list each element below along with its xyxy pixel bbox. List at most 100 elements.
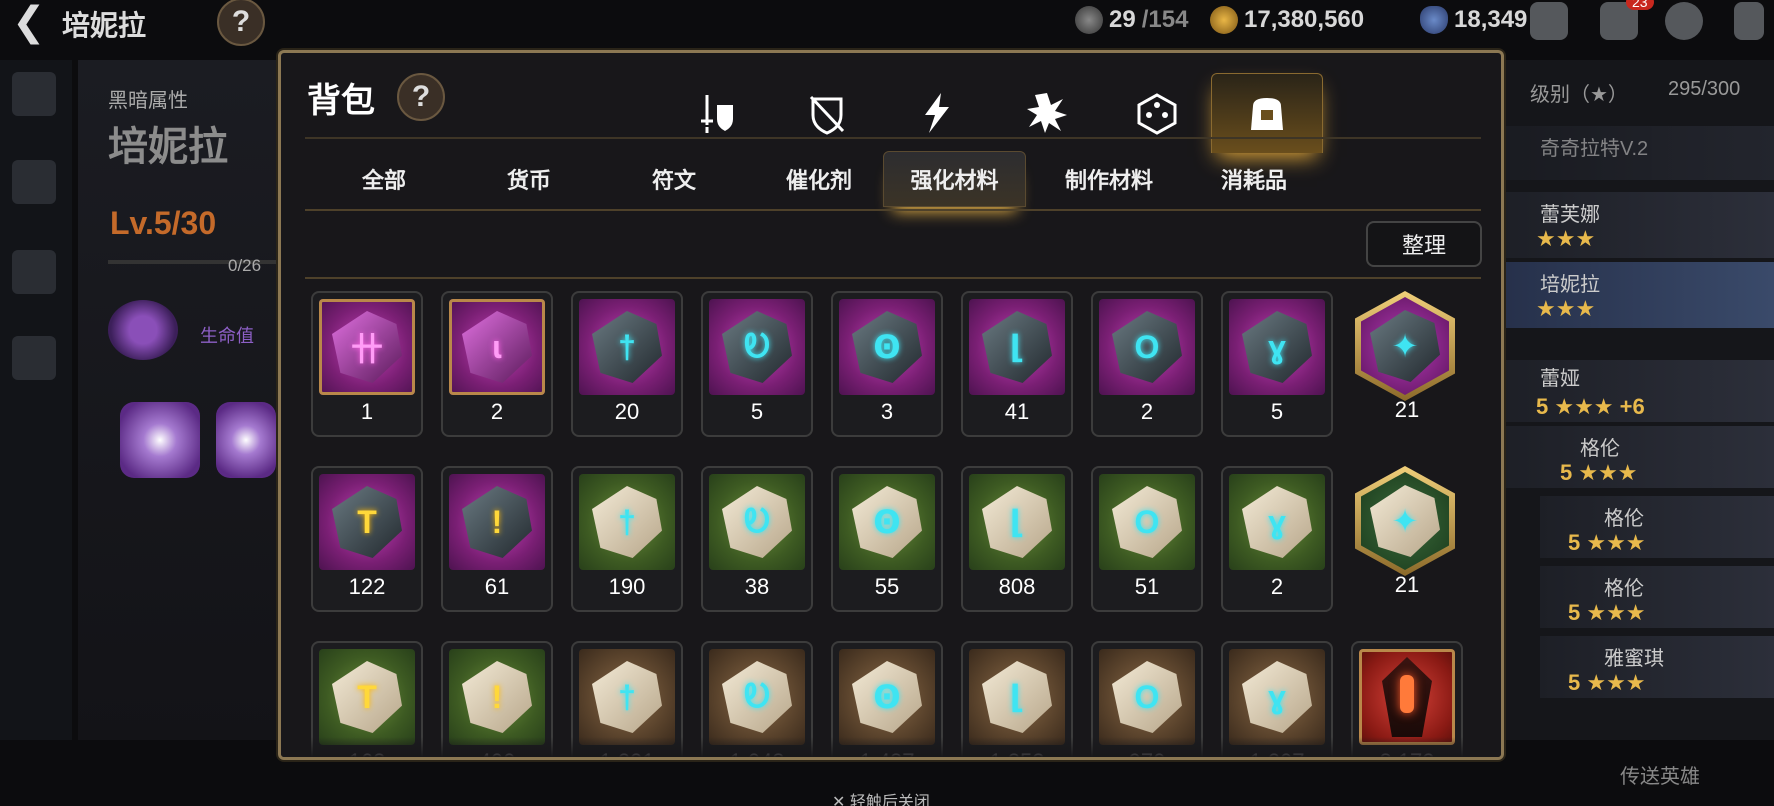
armor-rune-icon: Ꙩ <box>839 299 935 395</box>
divider <box>305 137 1481 139</box>
stamina-display: 29/154 <box>1075 6 1188 34</box>
inventory-item[interactable]: O 51 <box>1091 466 1203 612</box>
equipment-icon[interactable] <box>12 160 56 204</box>
crystal-display: 18,349 <box>1420 6 1527 34</box>
subtab-catalysts[interactable]: 催化剂 <box>738 151 900 207</box>
hammer-rune-icon: 卄 <box>319 299 415 395</box>
inventory-item[interactable]: ɩ2 <box>441 291 553 437</box>
burst-icon <box>1027 93 1067 133</box>
subtab-currency[interactable]: 货币 <box>448 151 610 207</box>
hero-row[interactable]: 格伦 5 ★★★ <box>1540 566 1774 628</box>
hero-row[interactable]: 蕾娅 5 ★★★ +6 <box>1500 360 1774 422</box>
subcategory-tabs: 全部 货币 符文 催化剂 强化材料 制作材料 消耗品 <box>303 151 1483 211</box>
pale-hammer-rune-icon: T <box>319 649 415 745</box>
inventory-item[interactable]: !400 <box>441 641 553 757</box>
transfer-hero-button[interactable]: 传送英雄 <box>1620 760 1700 789</box>
epic-star-rune-icon: ✦ <box>1355 291 1455 401</box>
necklace-rune-icon: ɣ <box>1229 299 1325 395</box>
hero-emblem-icon[interactable] <box>12 72 56 116</box>
item-quantity: 20 <box>614 399 640 424</box>
game-screen: ❮ 培妮拉 ? 29/154 17,380,560 18,349 23 黑暗属性… <box>0 0 1774 806</box>
chat-icon[interactable] <box>1665 2 1703 40</box>
help-button-top[interactable]: ? <box>217 0 265 46</box>
hero-row[interactable]: 蕾芙娜 ★★★ <box>1500 192 1774 258</box>
sort-button[interactable]: 整理 <box>1366 221 1482 267</box>
hero-attribute: 黑暗属性 <box>108 90 188 112</box>
item-frame: ⌊ <box>969 474 1065 570</box>
subtab-enhance-materials[interactable]: 强化材料 <box>883 151 1026 207</box>
tab-equipment[interactable] <box>661 73 773 153</box>
tap-to-close-hint[interactable]: ✕ 轻触后关闭 <box>832 788 930 806</box>
hero-row[interactable]: 格伦 5 ★★★ <box>1500 426 1774 488</box>
inventory-item[interactable]: T 122 <box>311 466 423 612</box>
sword-rune-icon: † <box>579 299 675 395</box>
item-quantity: 3 <box>880 399 894 424</box>
item-grid: 卄 1 ɩ 2 † 20 Ꭷ 5 Ꙩ 3 ⌊ 41 O 2 ɣ 5 ✦ 21 T 122! 61 † 190 Ꭷ 38 Ꙩ 55 ⌊ 8… <box>311 291 1491 757</box>
inventory-item[interactable]: Ꭷ5 <box>701 291 813 437</box>
profile-icon[interactable] <box>12 250 56 294</box>
subtab-runes[interactable]: 符文 <box>593 151 755 207</box>
hero-sort-label[interactable]: 级别（★） <box>1530 78 1628 107</box>
inventory-item[interactable]: ɣ2 <box>1221 466 1333 612</box>
item-quantity: 61 <box>484 574 510 599</box>
red-crystal-icon <box>1359 649 1455 745</box>
subtab-consumables[interactable]: 消耗品 <box>1173 151 1335 207</box>
inventory-item[interactable]: ɣ1,207 <box>1221 641 1333 757</box>
inventory-item[interactable]: ⌊1,353 <box>961 641 1073 757</box>
subtab-crafting-materials[interactable]: 制作材料 <box>1028 151 1190 207</box>
tab-catalysts[interactable] <box>881 73 993 153</box>
item-quantity: 1 <box>360 399 374 424</box>
inventory-item[interactable]: 卄1 <box>311 291 423 437</box>
inventory-item[interactable]: † 190 <box>571 466 683 612</box>
item-frame: ⌊ <box>969 649 1065 745</box>
item-frame: ɣ <box>1229 649 1325 745</box>
inventory-help-button[interactable]: ? <box>397 73 445 121</box>
inventory-item[interactable]: O970 <box>1091 641 1203 757</box>
inventory-item[interactable]: † 20 <box>571 291 683 437</box>
pale-ring-rune-icon: O <box>1099 474 1195 570</box>
hero-row-name: 格伦 <box>1604 578 1644 600</box>
hero-row-name: 蕾娅 <box>1540 368 1580 390</box>
hero-row[interactable]: 奇奇拉特V.2 <box>1500 126 1774 180</box>
inventory-item[interactable]: Ꭷ 38 <box>701 466 813 612</box>
menu-icon[interactable] <box>1734 2 1764 40</box>
inventory-item[interactable]: Ꙩ1,487 <box>831 641 943 757</box>
item-frame: ! <box>449 649 545 745</box>
inventory-item[interactable]: T163 <box>311 641 423 757</box>
item-frame <box>1359 649 1455 745</box>
hero-row-selected[interactable]: 培妮拉 ★★★ <box>1500 262 1774 328</box>
inventory-item[interactable]: O2 <box>1091 291 1203 437</box>
paper-ring-rune-icon: O <box>1099 649 1195 745</box>
inventory-item[interactable]: Ꙩ3 <box>831 291 943 437</box>
back-arrow-icon[interactable]: ❮ <box>12 2 46 42</box>
divider <box>305 277 1481 279</box>
item-quantity: 51 <box>1134 574 1160 599</box>
subtab-all[interactable]: 全部 <box>303 151 465 207</box>
inventory-item[interactable]: Ꭷ1,048 <box>701 641 813 757</box>
skill-icon-1[interactable] <box>120 402 200 478</box>
inventory-item[interactable]: †1,221 <box>571 641 683 757</box>
inventory-item[interactable]: ɣ5 <box>1221 291 1333 437</box>
skill-icon-2[interactable] <box>216 402 276 478</box>
inventory-item[interactable]: 8,172 <box>1351 641 1463 757</box>
tab-special[interactable] <box>991 73 1103 153</box>
inventory-item[interactable]: ✦ 21 <box>1351 466 1463 612</box>
friends-icon[interactable] <box>1530 2 1568 40</box>
tab-artifacts[interactable] <box>771 73 883 153</box>
hero-row-stars: ★★★ <box>1536 296 1596 321</box>
inventory-item[interactable]: ⌊ 41 <box>961 291 1073 437</box>
tab-random[interactable] <box>1101 73 1213 153</box>
dice-icon <box>1137 93 1177 135</box>
inventory-item[interactable]: ⌊ 808 <box>961 466 1073 612</box>
hero-row[interactable]: 格伦 5 ★★★ <box>1540 496 1774 558</box>
inventory-item[interactable]: ✦ 21 <box>1351 291 1463 437</box>
item-frame: O <box>1099 649 1195 745</box>
divider <box>305 209 1481 211</box>
inventory-item[interactable]: Ꙩ 55 <box>831 466 943 612</box>
tab-materials[interactable] <box>1211 73 1323 153</box>
stamina-max: /154 <box>1141 6 1189 33</box>
hero-row[interactable]: 雅蜜琪 5 ★★★ <box>1540 636 1774 698</box>
inventory-item[interactable]: ! 61 <box>441 466 553 612</box>
scroll-icon[interactable] <box>12 336 56 380</box>
paper-boot-rune-icon: ⌊ <box>969 649 1065 745</box>
